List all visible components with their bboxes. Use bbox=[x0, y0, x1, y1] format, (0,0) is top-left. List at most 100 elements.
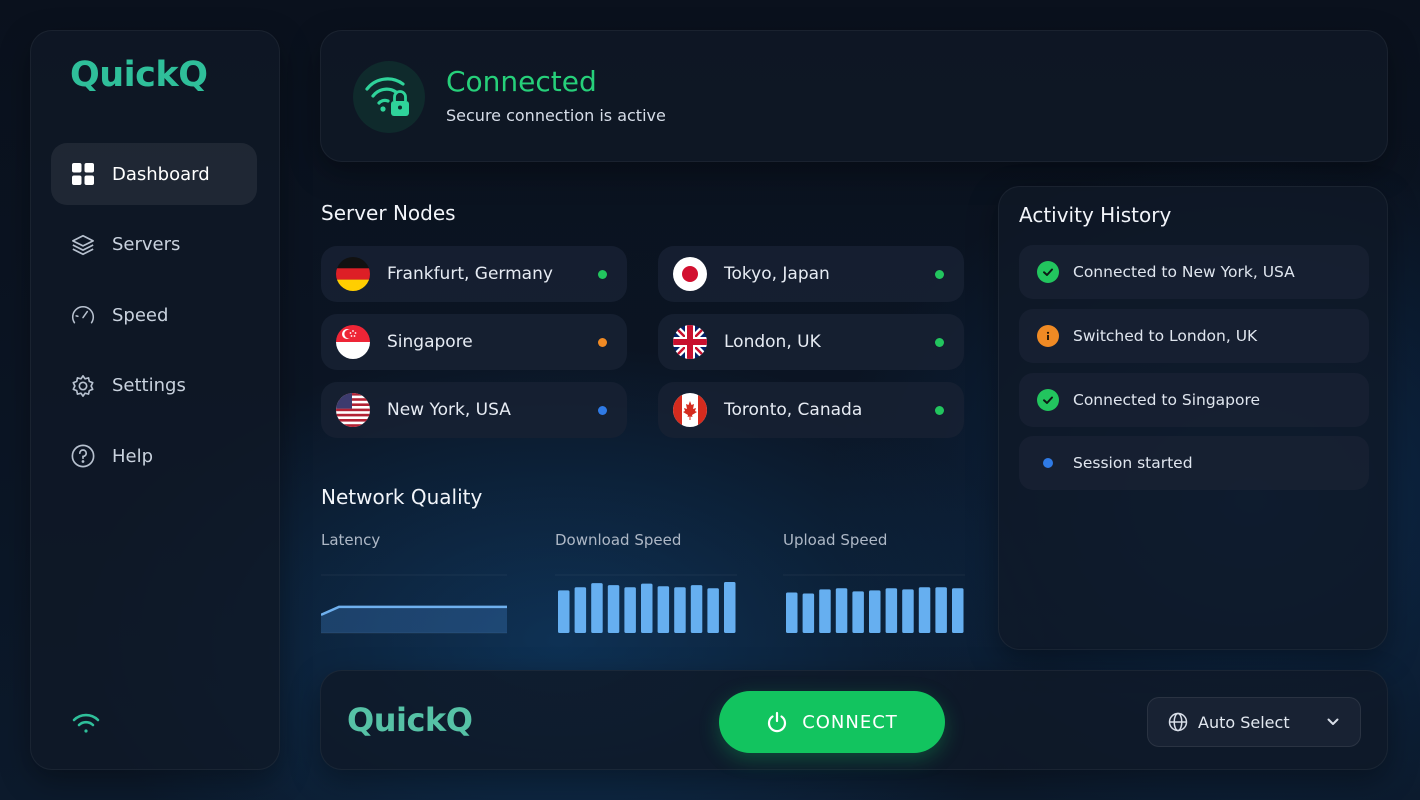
download-speed-bar bbox=[724, 582, 736, 633]
sidebar-item-dashboard[interactable]: Dashboard bbox=[51, 143, 257, 205]
server-node-singapore[interactable]: Singapore bbox=[321, 314, 627, 370]
latency-area bbox=[321, 606, 507, 633]
upload-speed-bar bbox=[918, 587, 931, 633]
upload-speed-label: Upload Speed bbox=[783, 531, 888, 549]
server-node-label: Singapore bbox=[387, 332, 473, 352]
server-node-label: New York, USA bbox=[387, 400, 511, 420]
server-node-label: Tokyo, Japan bbox=[724, 264, 830, 284]
check-icon bbox=[1037, 389, 1059, 411]
sidebar-item-label: Servers bbox=[112, 234, 181, 255]
activity-text: Connected to Singapore bbox=[1073, 391, 1261, 409]
download-speed-bar bbox=[657, 586, 670, 633]
download-speed-bar bbox=[607, 585, 620, 633]
wifi-icon bbox=[72, 713, 100, 733]
server-node-new-york[interactable]: New York, USA bbox=[321, 382, 627, 438]
server-select-label: Auto Select bbox=[1198, 712, 1290, 732]
activity-history-title: Activity History bbox=[1019, 203, 1172, 227]
server-node-label: London, UK bbox=[724, 332, 821, 352]
upload-speed-chart bbox=[783, 574, 965, 633]
layers-icon bbox=[71, 233, 95, 257]
connect-label: CONNECT bbox=[802, 711, 898, 733]
activity-text: Switched to London, UK bbox=[1073, 327, 1258, 345]
help-icon bbox=[71, 444, 95, 468]
upload-speed-bar bbox=[952, 588, 964, 633]
activity-history-panel: Activity History Connected to New York, … bbox=[998, 186, 1388, 650]
download-speed-bar bbox=[674, 587, 686, 633]
latency-label: Latency bbox=[321, 531, 381, 549]
activity-item: Switched to London, UK bbox=[1019, 309, 1369, 363]
canada-flag-icon bbox=[673, 393, 707, 427]
upload-speed-bar bbox=[935, 587, 947, 633]
download-speed-bar bbox=[690, 585, 703, 633]
download-speed-bar bbox=[641, 583, 653, 633]
upload-speed-bar bbox=[819, 589, 831, 633]
uk-flag-icon bbox=[673, 325, 707, 359]
chevron-down-icon bbox=[1327, 718, 1339, 725]
globe-icon bbox=[1168, 712, 1188, 732]
activity-item: Session started bbox=[1019, 436, 1369, 490]
status-subtitle: Secure connection is active bbox=[446, 106, 666, 125]
gear-icon bbox=[71, 374, 95, 398]
status-dot bbox=[935, 270, 944, 279]
upload-speed-bar bbox=[902, 589, 914, 633]
status-dot bbox=[935, 406, 944, 415]
activity-text: Session started bbox=[1073, 454, 1193, 472]
status-dot bbox=[598, 270, 607, 279]
sidebar-nav: Dashboard Servers Speed Settings Help bbox=[51, 143, 257, 496]
info-icon bbox=[1037, 325, 1059, 347]
connect-button[interactable]: CONNECT bbox=[719, 691, 945, 753]
upload-speed-bar bbox=[835, 588, 848, 633]
wifi-lock-icon bbox=[353, 61, 425, 133]
sidebar: QuickQ Dashboard Servers Speed Settings bbox=[30, 30, 280, 770]
status-title: Connected bbox=[446, 65, 597, 98]
bottom-bar: QuickQ CONNECT Auto Select bbox=[320, 670, 1388, 770]
download-speed-bar bbox=[558, 590, 570, 633]
upload-speed-bar bbox=[869, 590, 881, 633]
germany-flag-icon bbox=[336, 257, 370, 291]
upload-speed-bar bbox=[885, 588, 898, 633]
upload-speed-bar bbox=[786, 592, 798, 633]
status-dot bbox=[935, 338, 944, 347]
upload-speed-bar bbox=[802, 593, 815, 633]
singapore-flag-icon bbox=[336, 325, 370, 359]
power-icon bbox=[766, 711, 788, 733]
server-node-label: Toronto, Canada bbox=[724, 400, 863, 420]
upload-speed-bar bbox=[852, 591, 864, 633]
server-node-label: Frankfurt, Germany bbox=[387, 264, 553, 284]
network-quality-title: Network Quality bbox=[321, 485, 483, 509]
sidebar-item-settings[interactable]: Settings bbox=[51, 355, 257, 417]
download-speed-bar bbox=[707, 588, 719, 633]
japan-flag-icon bbox=[673, 257, 707, 291]
sidebar-item-label: Help bbox=[112, 445, 154, 467]
latency-chart bbox=[321, 574, 507, 634]
download-speed-chart bbox=[555, 574, 737, 633]
server-node-tokyo[interactable]: Tokyo, Japan bbox=[658, 246, 964, 302]
dot-icon bbox=[1037, 452, 1059, 474]
sidebar-item-speed[interactable]: Speed bbox=[51, 284, 257, 346]
download-speed-bar bbox=[591, 583, 603, 633]
download-speed-bar bbox=[574, 587, 587, 633]
server-node-toronto[interactable]: Toronto, Canada bbox=[658, 382, 964, 438]
check-icon bbox=[1037, 261, 1059, 283]
server-node-london[interactable]: London, UK bbox=[658, 314, 964, 370]
activity-item: Connected to Singapore bbox=[1019, 373, 1369, 427]
sidebar-item-label: Speed bbox=[112, 304, 169, 326]
speedometer-icon bbox=[71, 303, 95, 327]
app-logo: QuickQ bbox=[70, 55, 208, 95]
sidebar-item-servers[interactable]: Servers bbox=[51, 214, 257, 276]
sidebar-item-label: Dashboard bbox=[112, 163, 210, 185]
connection-status-panel: Connected Secure connection is active bbox=[320, 30, 1388, 162]
download-speed-label: Download Speed bbox=[555, 531, 682, 549]
server-select-dropdown[interactable]: Auto Select bbox=[1147, 697, 1361, 747]
activity-text: Connected to New York, USA bbox=[1073, 263, 1295, 281]
status-dot bbox=[598, 406, 607, 415]
server-node-frankfurt[interactable]: Frankfurt, Germany bbox=[321, 246, 627, 302]
status-dot bbox=[598, 338, 607, 347]
sidebar-item-help[interactable]: Help bbox=[51, 425, 257, 487]
server-nodes-title: Server Nodes bbox=[321, 201, 456, 225]
sidebar-item-label: Settings bbox=[112, 375, 186, 396]
download-speed-bar bbox=[624, 587, 636, 633]
usa-flag-icon bbox=[336, 393, 370, 427]
activity-item: Connected to New York, USA bbox=[1019, 245, 1369, 299]
grid-icon bbox=[71, 162, 95, 186]
